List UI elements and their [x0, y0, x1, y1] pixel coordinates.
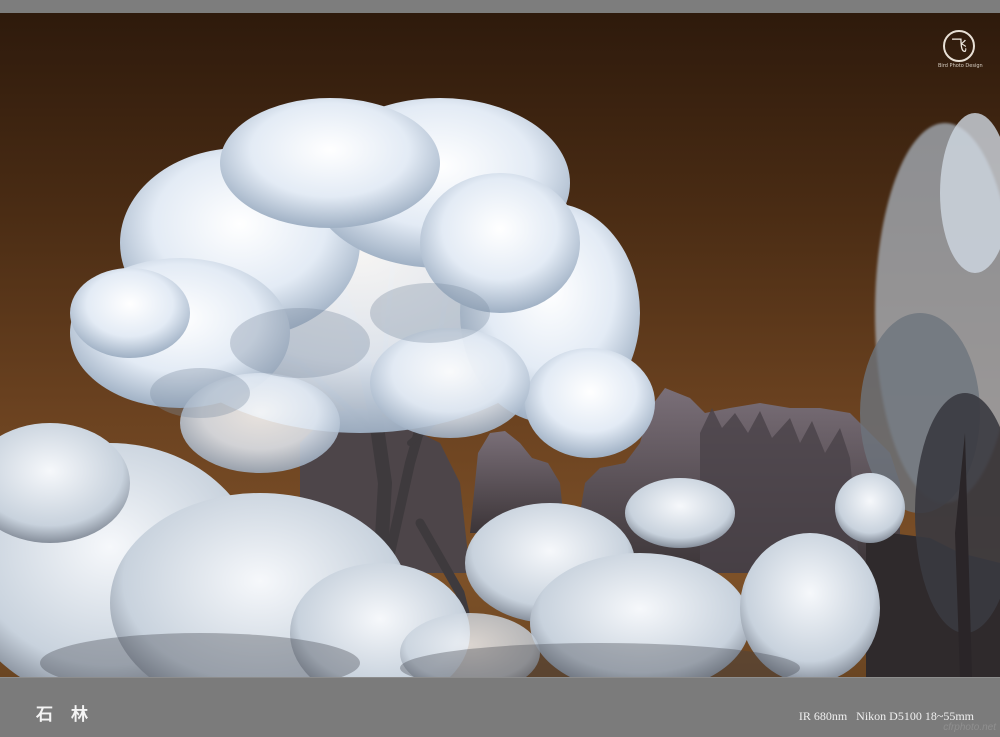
- caption-bar: 石林 IR 680nm Nikon D5100 18~55mm cfrphoto…: [0, 677, 1000, 737]
- photographer-logo: 飞 Bird Photo Design: [938, 30, 983, 78]
- logo-glyph: 飞: [943, 30, 975, 62]
- photo-illustration: [0, 98, 1000, 677]
- photo-title: 石林: [36, 705, 106, 725]
- infrared-photo: 飞 Bird Photo Design: [0, 13, 1000, 677]
- photo-frame: 飞 Bird Photo Design 石林 IR 680nm Nikon D5…: [0, 0, 1000, 737]
- top-border: [0, 0, 1000, 13]
- logo-text: Bird Photo Design: [938, 63, 983, 69]
- site-watermark: cfrphoto.net: [943, 722, 996, 733]
- main-tree-canopy: [70, 98, 655, 473]
